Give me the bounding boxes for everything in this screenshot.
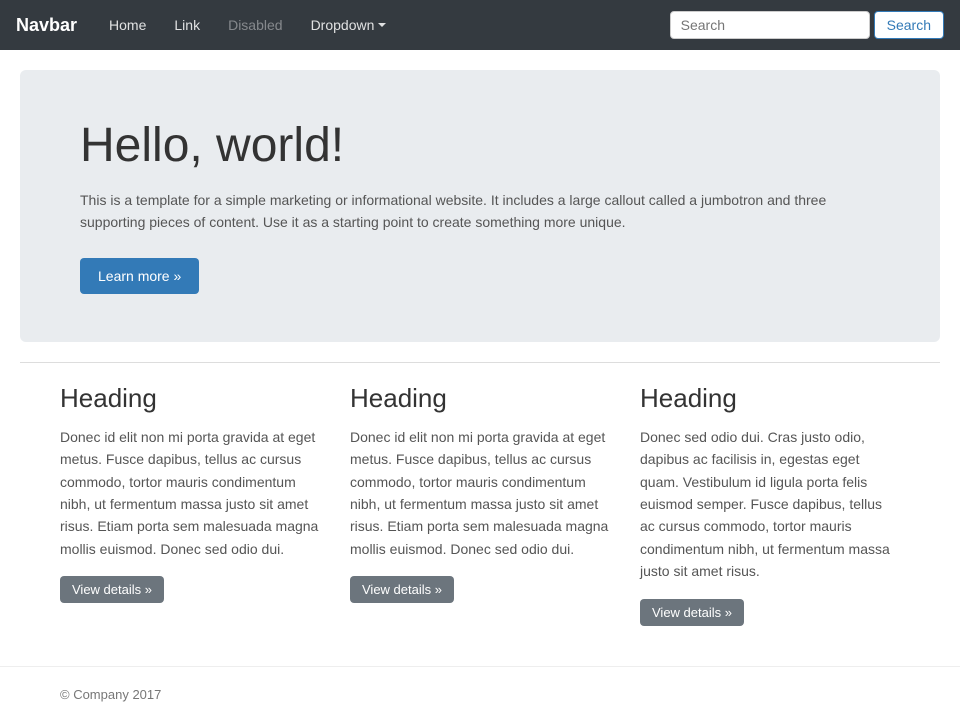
footer-text: © Company 2017 [60,687,900,702]
navbar: Navbar Home Link Disabled Dropdown Searc… [0,0,960,50]
nav-dropdown-toggle[interactable]: Dropdown [299,9,399,41]
card-2-button[interactable]: View details » [350,576,454,603]
card-1-button[interactable]: View details » [60,576,164,603]
navbar-search: Search [670,11,944,39]
search-button[interactable]: Search [874,11,944,39]
card-3-button[interactable]: View details » [640,599,744,626]
navbar-nav: Home Link Disabled Dropdown [97,9,670,41]
search-input[interactable] [670,11,870,39]
card-3-heading: Heading [640,383,900,414]
nav-dropdown-label: Dropdown [311,17,375,33]
content-section: Heading Donec id elit non mi porta gravi… [0,363,960,666]
dropdown-caret-icon [378,23,386,27]
nav-link-link[interactable]: Link [162,9,212,41]
nav-dropdown: Dropdown [299,9,399,41]
card-1-body: Donec id elit non mi porta gravida at eg… [60,426,320,560]
card-2: Heading Donec id elit non mi porta gravi… [350,383,610,626]
content-row: Heading Donec id elit non mi porta gravi… [60,383,900,626]
card-1-heading: Heading [60,383,320,414]
card-2-heading: Heading [350,383,610,414]
jumbotron-description: This is a template for a simple marketin… [80,189,840,234]
jumbotron: Hello, world! This is a template for a s… [20,70,940,342]
jumbotron-heading: Hello, world! [80,118,880,173]
card-2-body: Donec id elit non mi porta gravida at eg… [350,426,610,560]
nav-link-home[interactable]: Home [97,9,158,41]
card-1: Heading Donec id elit non mi porta gravi… [60,383,320,626]
card-3: Heading Donec sed odio dui. Cras justo o… [640,383,900,626]
nav-link-disabled: Disabled [216,9,294,41]
navbar-brand[interactable]: Navbar [16,15,77,36]
learn-more-button[interactable]: Learn more » [80,258,199,294]
card-3-body: Donec sed odio dui. Cras justo odio, dap… [640,426,900,583]
footer: © Company 2017 [0,666,960,722]
